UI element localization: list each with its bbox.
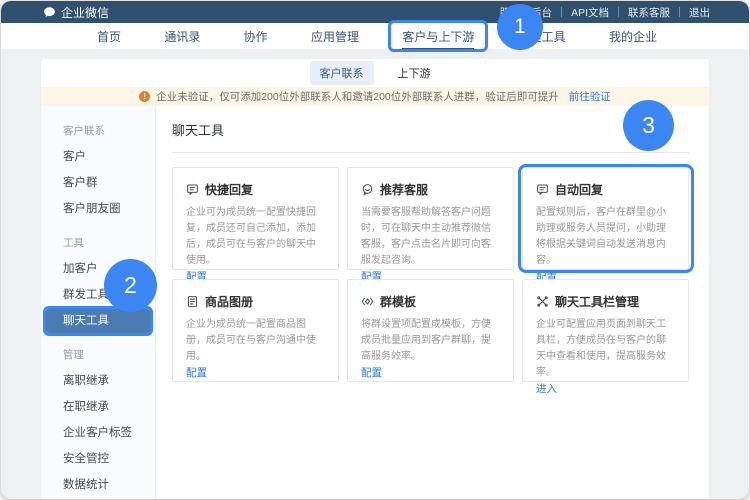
exclamation-circle-icon: ! <box>139 91 150 102</box>
card-action-group-template[interactable]: 配置 <box>361 365 500 380</box>
sidebar-item-customer-groups[interactable]: 客户群 <box>41 170 155 196</box>
nav-item-contacts[interactable]: 通讯录 <box>154 23 210 50</box>
card-header: 群模板 <box>361 293 500 310</box>
nav-item-customers-updownstream[interactable]: 客户与上下游 <box>392 23 484 50</box>
topbar-link-api-docs[interactable]: API文档 <box>562 5 618 20</box>
sidebar-item-resigned-inheritance[interactable]: 离职继承 <box>41 368 155 394</box>
sidebar-item-active-inheritance[interactable]: 在职继承 <box>41 394 155 420</box>
customer-service-icon <box>361 183 374 196</box>
tab-customer-contact[interactable]: 客户联系 <box>310 61 374 85</box>
nav-item-admin-tools[interactable]: 管理工具 <box>508 23 576 50</box>
card-header: 商品图册 <box>186 293 325 310</box>
nav-item-label: 客户与上下游 <box>402 30 474 50</box>
panel-body: 客户联系客户客户群客户朋友圈工具加客户群发工具聊天工具管理离职继承在职继承企业客… <box>41 106 709 499</box>
nav-item-label: 协作 <box>244 30 268 44</box>
card-recommend-service: 推荐客服当需要客服帮助解答客户问题时，可在聊天中主动推荐微信客服，客户点击名片即… <box>347 167 514 270</box>
card-header: 推荐客服 <box>361 181 500 198</box>
card-description: 企业为成员统一配置商品图册，成员可在与客户沟通中使用。 <box>186 317 325 365</box>
card-description: 配置规则后，客户在群里@小助理或服务人员提问，小助理将根据关键词自动发送消息内容… <box>536 205 675 269</box>
card-title: 聊天工具栏管理 <box>555 293 639 310</box>
sidebar-group-header: 客户联系 <box>41 110 155 144</box>
content-panel: 客户联系上下游 ! 企业未验证，仅可添加200位外部联系人和邀请200位外部联系… <box>41 59 709 499</box>
sub-tabs: 客户联系上下游 <box>41 59 709 87</box>
page-title: 聊天工具 <box>172 120 689 153</box>
nav-item-home[interactable]: 首页 <box>87 23 131 50</box>
primary-nav: 首页 通讯录 协作 应用管理 客户与上下游 管理工具 我的企业 <box>1 23 749 49</box>
wecom-logo-text: 企业微信 <box>61 4 109 21</box>
card-header: 自动回复 <box>536 181 675 198</box>
nav-item-app-management[interactable]: 应用管理 <box>301 23 369 50</box>
card-header: 聊天工具栏管理 <box>536 293 675 310</box>
nav-item-collaboration[interactable]: 协作 <box>234 23 278 50</box>
nav-item-label: 首页 <box>97 30 121 44</box>
verification-alert: ! 企业未验证，仅可添加200位外部联系人和邀请200位外部联系人进群，验证后即… <box>41 87 709 106</box>
nav-item-my-company[interactable]: 我的企业 <box>599 23 667 50</box>
topbar-link-contact-support[interactable]: 联系客服 <box>619 5 679 20</box>
card-description: 将群设置项配置成模板，方便成员批量应用到客户群聊，提高服务效率。 <box>361 317 500 365</box>
card-action-chat-toolbar-management[interactable]: 进入 <box>536 381 675 396</box>
sidebar-item-customers[interactable]: 客户 <box>41 144 155 170</box>
card-title: 商品图册 <box>205 293 253 310</box>
card-header: 快捷回复 <box>186 181 325 198</box>
sidebar: 客户联系客户客户群客户朋友圈工具加客户群发工具聊天工具管理离职继承在职继承企业客… <box>41 106 156 499</box>
card-description: 当需要客服帮助解答客户问题时，可在聊天中主动推荐微信客服，客户点击名片即可向客服… <box>361 205 500 269</box>
main-content: 聊天工具 快捷回复企业可为成员统一配置快捷回复，成员还可自己添加，添加后，成员可… <box>156 106 709 499</box>
nav-item-label: 我的企业 <box>609 30 657 44</box>
chat-bubble-logo-icon <box>43 6 56 19</box>
sidebar-item-add-customer[interactable]: 加客户 <box>41 256 155 282</box>
card-action-product-catalog[interactable]: 配置 <box>186 365 325 380</box>
crossed-tools-icon <box>536 295 549 308</box>
card-quick-reply: 快捷回复企业可为成员统一配置快捷回复，成员还可自己添加，添加后，成员可在与客户的… <box>172 167 339 270</box>
card-title: 快捷回复 <box>205 181 253 198</box>
annotation-box-sidebar <box>43 306 153 336</box>
card-chat-toolbar-management: 聊天工具栏管理企业可配置应用页面到聊天工具栏，方便成员在与客户的聊天中查看和使用… <box>522 279 689 382</box>
sidebar-item-customer-tags[interactable]: 企业客户标签 <box>41 420 155 446</box>
topbar-links: 服务商后台API文档联系客服退出 <box>491 5 719 20</box>
sidebar-item-group-send-tool[interactable]: 群发工具 <box>41 282 155 308</box>
topbar-link-service-provider-console[interactable]: 服务商后台 <box>491 5 562 20</box>
card-group-template: 群模板将群设置项配置成模板，方便成员批量应用到客户群聊，提高服务效率。配置 <box>347 279 514 382</box>
alert-text: 企业未验证，仅可添加200位外部联系人和邀请200位外部联系人进群，验证后即可提… <box>156 89 559 104</box>
card-description: 企业可配置应用页面到聊天工具栏，方便成员在与客户的聊天中查看和使用，提高服务效率… <box>536 317 675 381</box>
wecom-admin-window: 企业微信 服务商后台API文档联系客服退出 首页通讯录协作应用管理客户与上下游管… <box>1 1 749 499</box>
chat-bubble-lines-icon <box>186 183 199 196</box>
sidebar-item-customer-moments[interactable]: 客户朋友圈 <box>41 196 155 222</box>
card-title: 自动回复 <box>555 181 603 198</box>
document-list-icon <box>186 295 199 308</box>
card-product-catalog: 商品图册企业为成员统一配置商品图册，成员可在与客户沟通中使用。配置 <box>172 279 339 382</box>
sidebar-item-security-control[interactable]: 安全管控 <box>41 446 155 472</box>
card-auto-reply: 自动回复配置规则后，客户在群里@小助理或服务人员提问，小助理将根据关键词自动发送… <box>522 167 689 270</box>
tab-updownstream[interactable]: 上下游 <box>388 61 441 85</box>
sidebar-group-header: 管理 <box>41 334 155 368</box>
top-bar: 企业微信 服务商后台API文档联系客服退出 <box>1 1 749 23</box>
nav-item-label: 通讯录 <box>164 30 200 44</box>
card-title: 群模板 <box>380 293 416 310</box>
card-title: 推荐客服 <box>380 181 428 198</box>
sidebar-item-data-statistics[interactable]: 数据统计 <box>41 472 155 498</box>
card-grid: 快捷回复企业可为成员统一配置快捷回复，成员还可自己添加，添加后，成员可在与客户的… <box>172 167 689 382</box>
chat-bubble-lines-icon <box>536 183 549 196</box>
sidebar-item-chat-tools[interactable]: 聊天工具 <box>46 309 150 333</box>
diamond-brackets-icon <box>361 295 374 308</box>
sidebar-group-header: 工具 <box>41 222 155 256</box>
topbar-link-logout[interactable]: 退出 <box>680 5 719 20</box>
nav-item-label: 应用管理 <box>311 30 359 44</box>
card-description: 企业可为成员统一配置快捷回复，成员还可自己添加，添加后，成员可在与客户的聊天中使… <box>186 205 325 269</box>
wecom-logo: 企业微信 <box>43 4 109 21</box>
nav-item-label: 管理工具 <box>518 30 566 44</box>
go-verify-link[interactable]: 前往验证 <box>569 89 611 104</box>
